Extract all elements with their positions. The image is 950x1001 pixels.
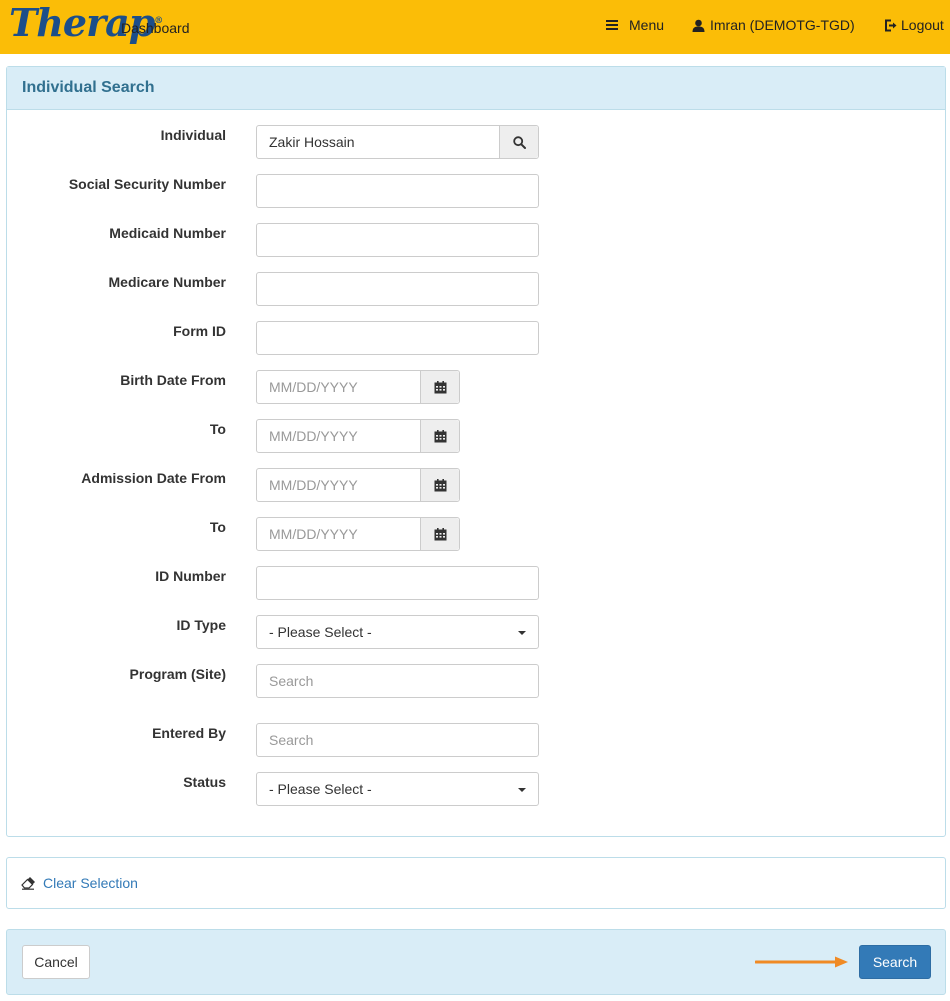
program-field xyxy=(256,664,539,698)
status-row: Status - Please Select - xyxy=(7,772,945,806)
caret-down-icon xyxy=(518,631,526,635)
user-icon xyxy=(692,19,705,32)
program-row: Program (Site) xyxy=(7,664,945,698)
calendar-icon xyxy=(434,429,446,442)
admission-date-from-input[interactable] xyxy=(257,469,419,501)
caret-down-icon xyxy=(518,788,526,792)
clear-selection-link[interactable]: Clear Selection xyxy=(21,875,138,891)
menu-label: Menu xyxy=(629,17,665,33)
search-icon xyxy=(512,135,526,149)
ssn-field xyxy=(256,174,539,208)
birth-date-from-input[interactable] xyxy=(257,371,419,403)
clear-selection-label: Clear Selection xyxy=(43,875,138,891)
id-type-selected-value: - Please Select - xyxy=(269,624,372,640)
ssn-input[interactable] xyxy=(257,175,538,207)
status-selected-value: - Please Select - xyxy=(269,781,372,797)
action-footer: Cancel Search xyxy=(6,929,946,995)
individual-search-button[interactable] xyxy=(499,126,538,158)
individual-search-panel: Individual Search Individual Social Secu… xyxy=(6,66,946,837)
form-id-label: Form ID xyxy=(173,323,226,339)
calendar-icon xyxy=(434,380,446,393)
admission-date-from-label: Admission Date From xyxy=(81,470,226,486)
birth-date-from-label: Birth Date From xyxy=(120,372,226,388)
admission-date-to-field xyxy=(256,517,460,551)
individual-row: Individual xyxy=(7,125,945,159)
admission-date-from-row: Admission Date From xyxy=(7,468,945,502)
medicare-input[interactable] xyxy=(257,273,538,305)
birth-date-to-row: To xyxy=(7,419,945,453)
birth-date-to-calendar-button[interactable] xyxy=(420,420,459,452)
user-label: Imran (DEMOTG-TGD) xyxy=(710,17,855,33)
admission-date-from-calendar-button[interactable] xyxy=(420,469,459,501)
birth-date-to-field xyxy=(256,419,460,453)
birth-date-from-field xyxy=(256,370,460,404)
id-number-field xyxy=(256,566,539,600)
status-select[interactable]: - Please Select - xyxy=(256,772,539,806)
entered-by-label: Entered By xyxy=(152,725,226,741)
id-type-row: ID Type - Please Select - xyxy=(7,615,945,649)
id-number-label: ID Number xyxy=(155,568,226,584)
medicare-label: Medicare Number xyxy=(108,274,226,290)
birth-date-to-input[interactable] xyxy=(257,420,419,452)
clear-selection-panel: Clear Selection xyxy=(6,857,946,909)
form-id-field xyxy=(256,321,539,355)
id-number-input[interactable] xyxy=(257,567,538,599)
admission-date-to-row: To xyxy=(7,517,945,551)
menu-button[interactable]: Menu xyxy=(606,17,664,33)
logout-button[interactable]: Logout xyxy=(884,17,944,33)
entered-by-field xyxy=(256,723,539,757)
hamburger-icon xyxy=(606,20,618,30)
arrow-right-icon xyxy=(755,956,848,968)
program-label: Program (Site) xyxy=(129,666,226,682)
ssn-label: Social Security Number xyxy=(68,176,226,192)
individual-field xyxy=(256,125,539,159)
panel-title: Individual Search xyxy=(7,67,945,110)
form-id-row: Form ID xyxy=(7,321,945,355)
medicare-field xyxy=(256,272,539,306)
logout-icon xyxy=(885,19,897,31)
individual-label: Individual xyxy=(160,127,226,143)
id-number-row: ID Number xyxy=(7,566,945,600)
medicaid-field xyxy=(256,223,539,257)
cancel-button[interactable]: Cancel xyxy=(22,945,90,979)
medicaid-row: Medicaid Number xyxy=(7,223,945,257)
birth-date-to-label: To xyxy=(209,421,226,437)
birth-date-from-row: Birth Date From xyxy=(7,370,945,404)
dashboard-link[interactable]: Dashboard xyxy=(121,20,190,36)
user-profile-link[interactable]: Imran (DEMOTG-TGD) xyxy=(692,17,855,33)
admission-date-to-calendar-button[interactable] xyxy=(420,518,459,550)
ssn-row: Social Security Number xyxy=(7,174,945,208)
form-id-input[interactable] xyxy=(257,322,538,354)
top-navbar: Therap® Dashboard Menu Imran (DEMOTG-TGD… xyxy=(0,0,950,54)
admission-date-to-input[interactable] xyxy=(257,518,419,550)
medicaid-input[interactable] xyxy=(257,224,538,256)
entered-by-search-input[interactable] xyxy=(257,724,538,756)
id-type-select[interactable]: - Please Select - xyxy=(256,615,539,649)
program-search-input[interactable] xyxy=(257,665,538,697)
individual-input[interactable] xyxy=(257,126,498,158)
admission-date-from-field xyxy=(256,468,460,502)
status-label: Status xyxy=(183,774,226,790)
entered-by-row: Entered By xyxy=(7,723,945,757)
medicaid-label: Medicaid Number xyxy=(109,225,226,241)
eraser-icon xyxy=(21,876,35,890)
logout-label: Logout xyxy=(901,17,944,33)
calendar-icon xyxy=(434,478,446,491)
medicare-row: Medicare Number xyxy=(7,272,945,306)
admission-date-to-label: To xyxy=(209,519,226,535)
calendar-icon xyxy=(434,527,446,540)
id-type-label: ID Type xyxy=(176,617,226,633)
birth-date-from-calendar-button[interactable] xyxy=(420,371,459,403)
search-button[interactable]: Search xyxy=(859,945,931,979)
